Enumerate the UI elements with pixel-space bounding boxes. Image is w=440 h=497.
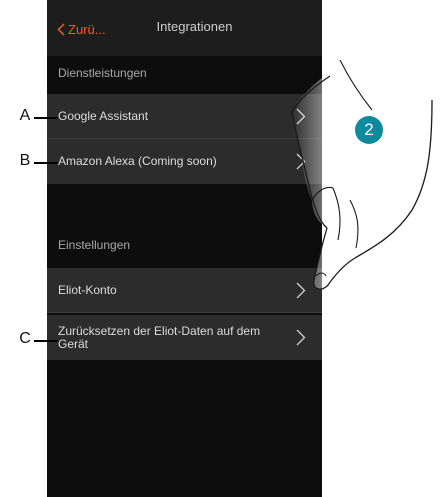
pointing-hand-icon bbox=[291, 59, 433, 290]
step-number-badge: 2 bbox=[355, 116, 383, 144]
